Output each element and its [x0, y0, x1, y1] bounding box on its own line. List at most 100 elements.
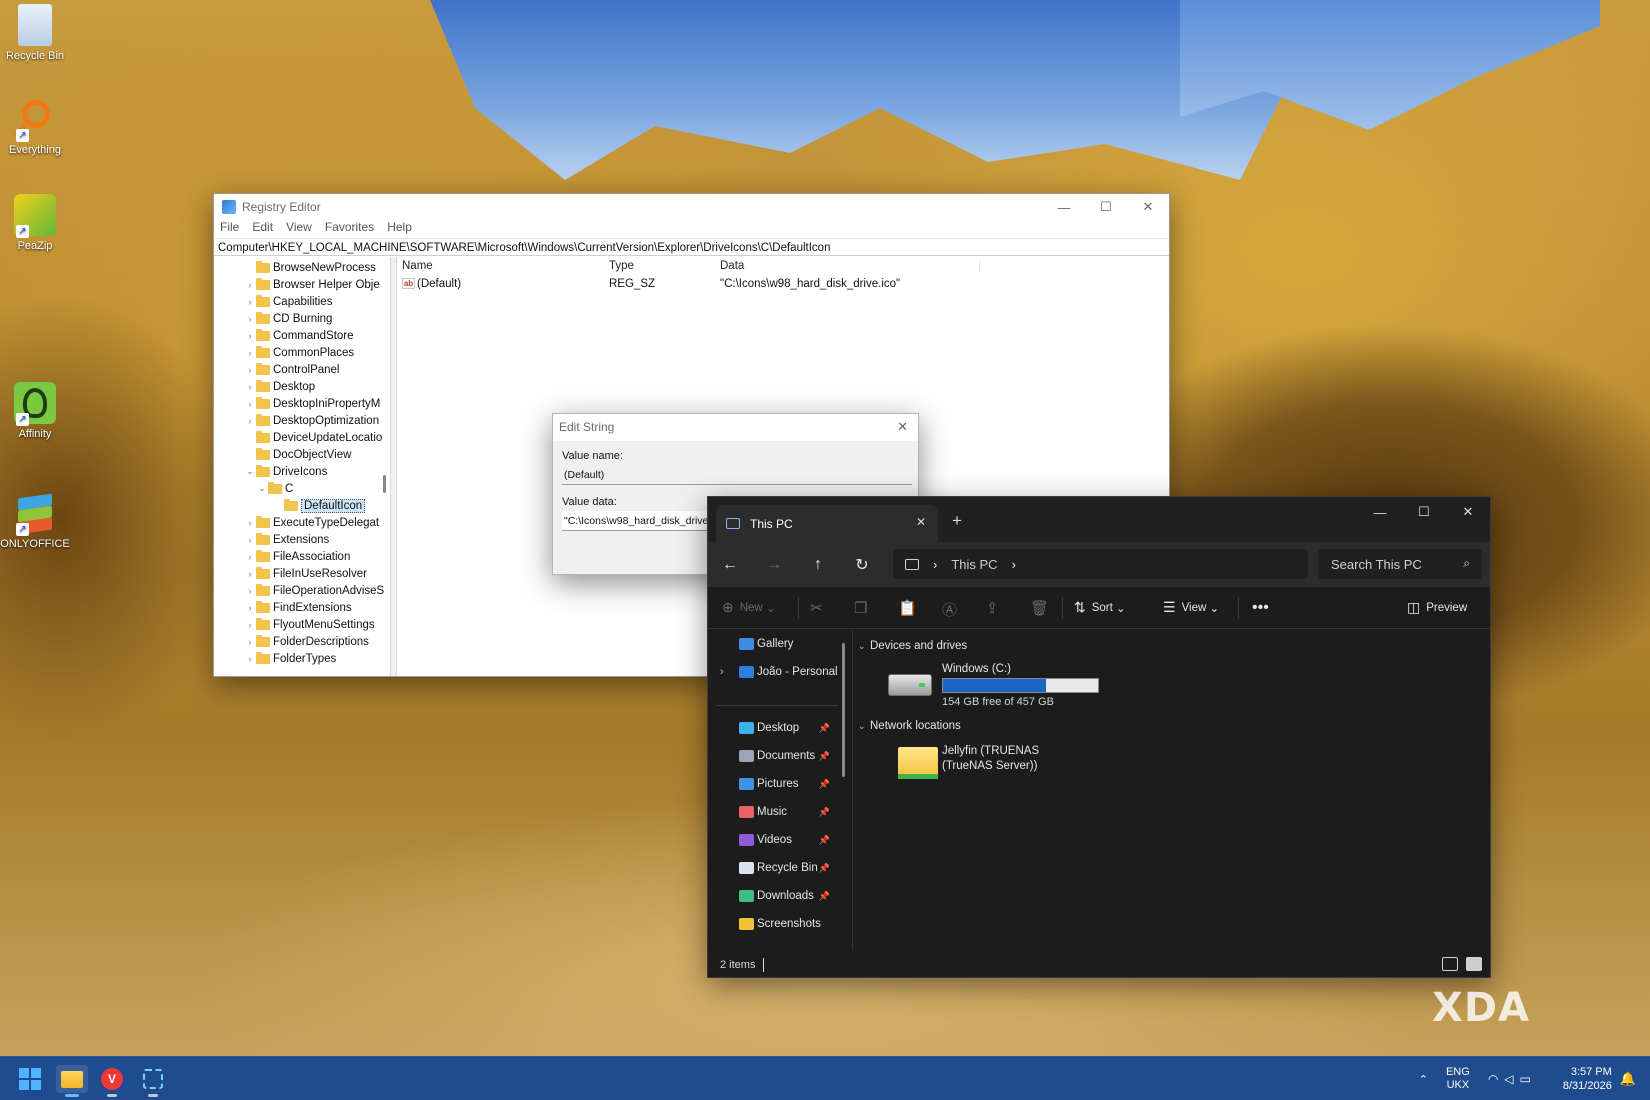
menu-file[interactable]: File [220, 220, 239, 238]
tree-item[interactable]: › Capabilities [214, 293, 390, 310]
tree-item[interactable]: BrowseNewProcess [214, 259, 390, 276]
details-view-icon[interactable] [1442, 957, 1458, 971]
tree-item[interactable]: › FileOperationAdviseS [214, 582, 390, 599]
desktop-icon-peazip[interactable]: ↗ PeaZip [0, 194, 73, 252]
chevron-right-icon[interactable]: › [720, 666, 724, 678]
chevron-right-icon[interactable]: › [244, 280, 256, 290]
tab-close-icon[interactable]: ✕ [916, 515, 926, 529]
chevron-right-icon[interactable]: › [244, 552, 256, 562]
more-options-button[interactable]: ••• [1252, 599, 1269, 617]
tree-item[interactable]: › ExecuteTypeDelegat [214, 514, 390, 531]
chevron-right-icon[interactable]: › [244, 348, 256, 358]
chevron-right-icon[interactable]: › [244, 365, 256, 375]
chevron-right-icon[interactable]: › [244, 314, 256, 324]
tree-item[interactable]: › FolderDescriptions [214, 633, 390, 650]
group-network-locations[interactable]: ⌄ Network locations [858, 720, 961, 732]
forward-button[interactable]: → [752, 556, 796, 574]
tree-item[interactable]: ⌄ DriveIcons [214, 463, 390, 480]
chevron-right-icon[interactable]: › [244, 620, 256, 630]
tree-item[interactable]: › ControlPanel [214, 361, 390, 378]
clock[interactable]: 3:57 PM 8/31/2026 [1563, 1065, 1612, 1093]
quick-settings-button[interactable]: ◠◁▭ [1488, 1072, 1537, 1086]
minimize-button[interactable]: — [1358, 497, 1402, 527]
tree-item[interactable]: › Browser Helper Obje [214, 276, 390, 293]
menu-edit[interactable]: Edit [252, 220, 273, 238]
chevron-right-icon[interactable]: › [244, 518, 256, 528]
tree-item[interactable]: DefaultIcon [214, 497, 390, 514]
search-input[interactable]: Search This PC ⌕ [1318, 549, 1482, 579]
sidebar-item[interactable]: Gallery [708, 630, 838, 658]
tree-item[interactable]: › CD Burning [214, 310, 390, 327]
back-button[interactable]: ← [708, 556, 752, 574]
tree-item[interactable]: › FileAssociation [214, 548, 390, 565]
tab-this-pc[interactable]: This PC ✕ [716, 505, 938, 542]
column-type-header[interactable]: Type [604, 260, 715, 272]
chevron-right-icon[interactable]: › [244, 569, 256, 579]
title-bar[interactable]: Registry Editor [214, 194, 1169, 220]
chevron-right-icon[interactable]: › [244, 586, 256, 596]
new-tab-button[interactable]: + [952, 511, 962, 531]
maximize-button[interactable]: ☐ [1085, 194, 1127, 220]
chevron-right-icon[interactable]: › [244, 297, 256, 307]
chevron-down-icon[interactable]: ⌄ [244, 466, 256, 477]
sidebar-item[interactable]: Pictures 📌 [708, 770, 838, 798]
view-button[interactable]: ☰ View ⌄ [1163, 599, 1219, 616]
paste-icon[interactable]: 📋 [898, 599, 917, 617]
chevron-right-icon[interactable]: › [244, 382, 256, 392]
chevron-right-icon[interactable]: › [244, 535, 256, 545]
desktop-icon-onlyoffice[interactable]: ↗ ONLYOFFICE [0, 492, 73, 550]
desktop-icon-everything[interactable]: ↗ Everything [0, 98, 73, 156]
column-data-header[interactable]: Data [715, 260, 980, 272]
tiles-view-icon[interactable] [1466, 957, 1482, 971]
tree-item[interactable]: › DesktopOptimization [214, 412, 390, 429]
share-icon[interactable]: ⇪ [986, 599, 999, 617]
sidebar-item[interactable]: Music 📌 [708, 798, 838, 826]
menu-favorites[interactable]: Favorites [325, 220, 374, 238]
address-bar[interactable]: › This PC › [893, 549, 1308, 579]
refresh-button[interactable]: ↻ [840, 555, 884, 575]
close-button[interactable]: ✕ [1127, 194, 1169, 220]
chevron-right-icon[interactable]: › [244, 603, 256, 613]
pane-splitter[interactable] [852, 630, 853, 950]
copy-icon[interactable]: ❐ [854, 599, 867, 617]
taskbar-snipping-tool[interactable] [139, 1065, 167, 1097]
tree-item[interactable]: DeviceUpdateLocatio [214, 429, 390, 446]
up-button[interactable]: ↑ [796, 556, 840, 574]
sidebar-item[interactable]: Documents 📌 [708, 742, 838, 770]
sidebar-item[interactable]: › João - Personal [708, 658, 838, 686]
minimize-button[interactable]: — [1043, 194, 1085, 220]
tree-item[interactable]: › FlyoutMenuSettings [214, 616, 390, 633]
tree-item[interactable]: ⌄ C [214, 480, 390, 497]
navigation-scrollbar[interactable] [842, 643, 845, 777]
column-name-header[interactable]: Name [397, 260, 604, 272]
tree-item[interactable]: › CommandStore [214, 327, 390, 344]
table-row[interactable]: ab (Default) REG_SZ "C:\Icons\w98_hard_di… [397, 275, 1169, 293]
chevron-right-icon[interactable]: › [244, 637, 256, 647]
delete-icon[interactable]: 🗑 [1030, 599, 1049, 617]
chevron-right-icon[interactable]: › [244, 416, 256, 426]
menu-help[interactable]: Help [387, 220, 412, 238]
start-button[interactable] [16, 1065, 44, 1093]
tree-item[interactable]: DocObjectView [214, 446, 390, 463]
preview-button[interactable]: ◫ Preview [1407, 599, 1467, 616]
desktop-icon-affinity[interactable]: ↗ Affinity [0, 382, 73, 440]
taskbar-vivaldi[interactable]: V [98, 1065, 126, 1097]
group-devices-and-drives[interactable]: ⌄ Devices and drives [858, 640, 967, 652]
show-hidden-icons-button[interactable]: ⌃ [1419, 1073, 1428, 1086]
sidebar-item[interactable]: Recycle Bin 📌 [708, 854, 838, 882]
rename-icon[interactable]: Ⓐ [942, 599, 957, 620]
tree-item[interactable]: › FileInUseResolver [214, 565, 390, 582]
chevron-right-icon[interactable]: › [1012, 557, 1016, 572]
chevron-right-icon[interactable]: › [244, 331, 256, 341]
cut-icon[interactable]: ✂ [810, 599, 823, 617]
address-bar[interactable]: Computer\HKEY_LOCAL_MACHINE\SOFTWARE\Mic… [214, 238, 1169, 256]
tree-item[interactable]: › CommonPlaces [214, 344, 390, 361]
sidebar-item[interactable]: Videos 📌 [708, 826, 838, 854]
input-language-indicator[interactable]: ENG UKX [1446, 1066, 1470, 1092]
sidebar-item[interactable]: Desktop 📌 [708, 714, 838, 742]
chevron-right-icon[interactable]: › [244, 654, 256, 664]
value-name-field[interactable]: (Default) [562, 465, 912, 485]
tree-item[interactable]: › DesktopIniPropertyM [214, 395, 390, 412]
notification-bell-icon[interactable]: 🔔 [1620, 1071, 1636, 1087]
desktop-icon-recycle-bin[interactable]: Recycle Bin [0, 4, 73, 62]
